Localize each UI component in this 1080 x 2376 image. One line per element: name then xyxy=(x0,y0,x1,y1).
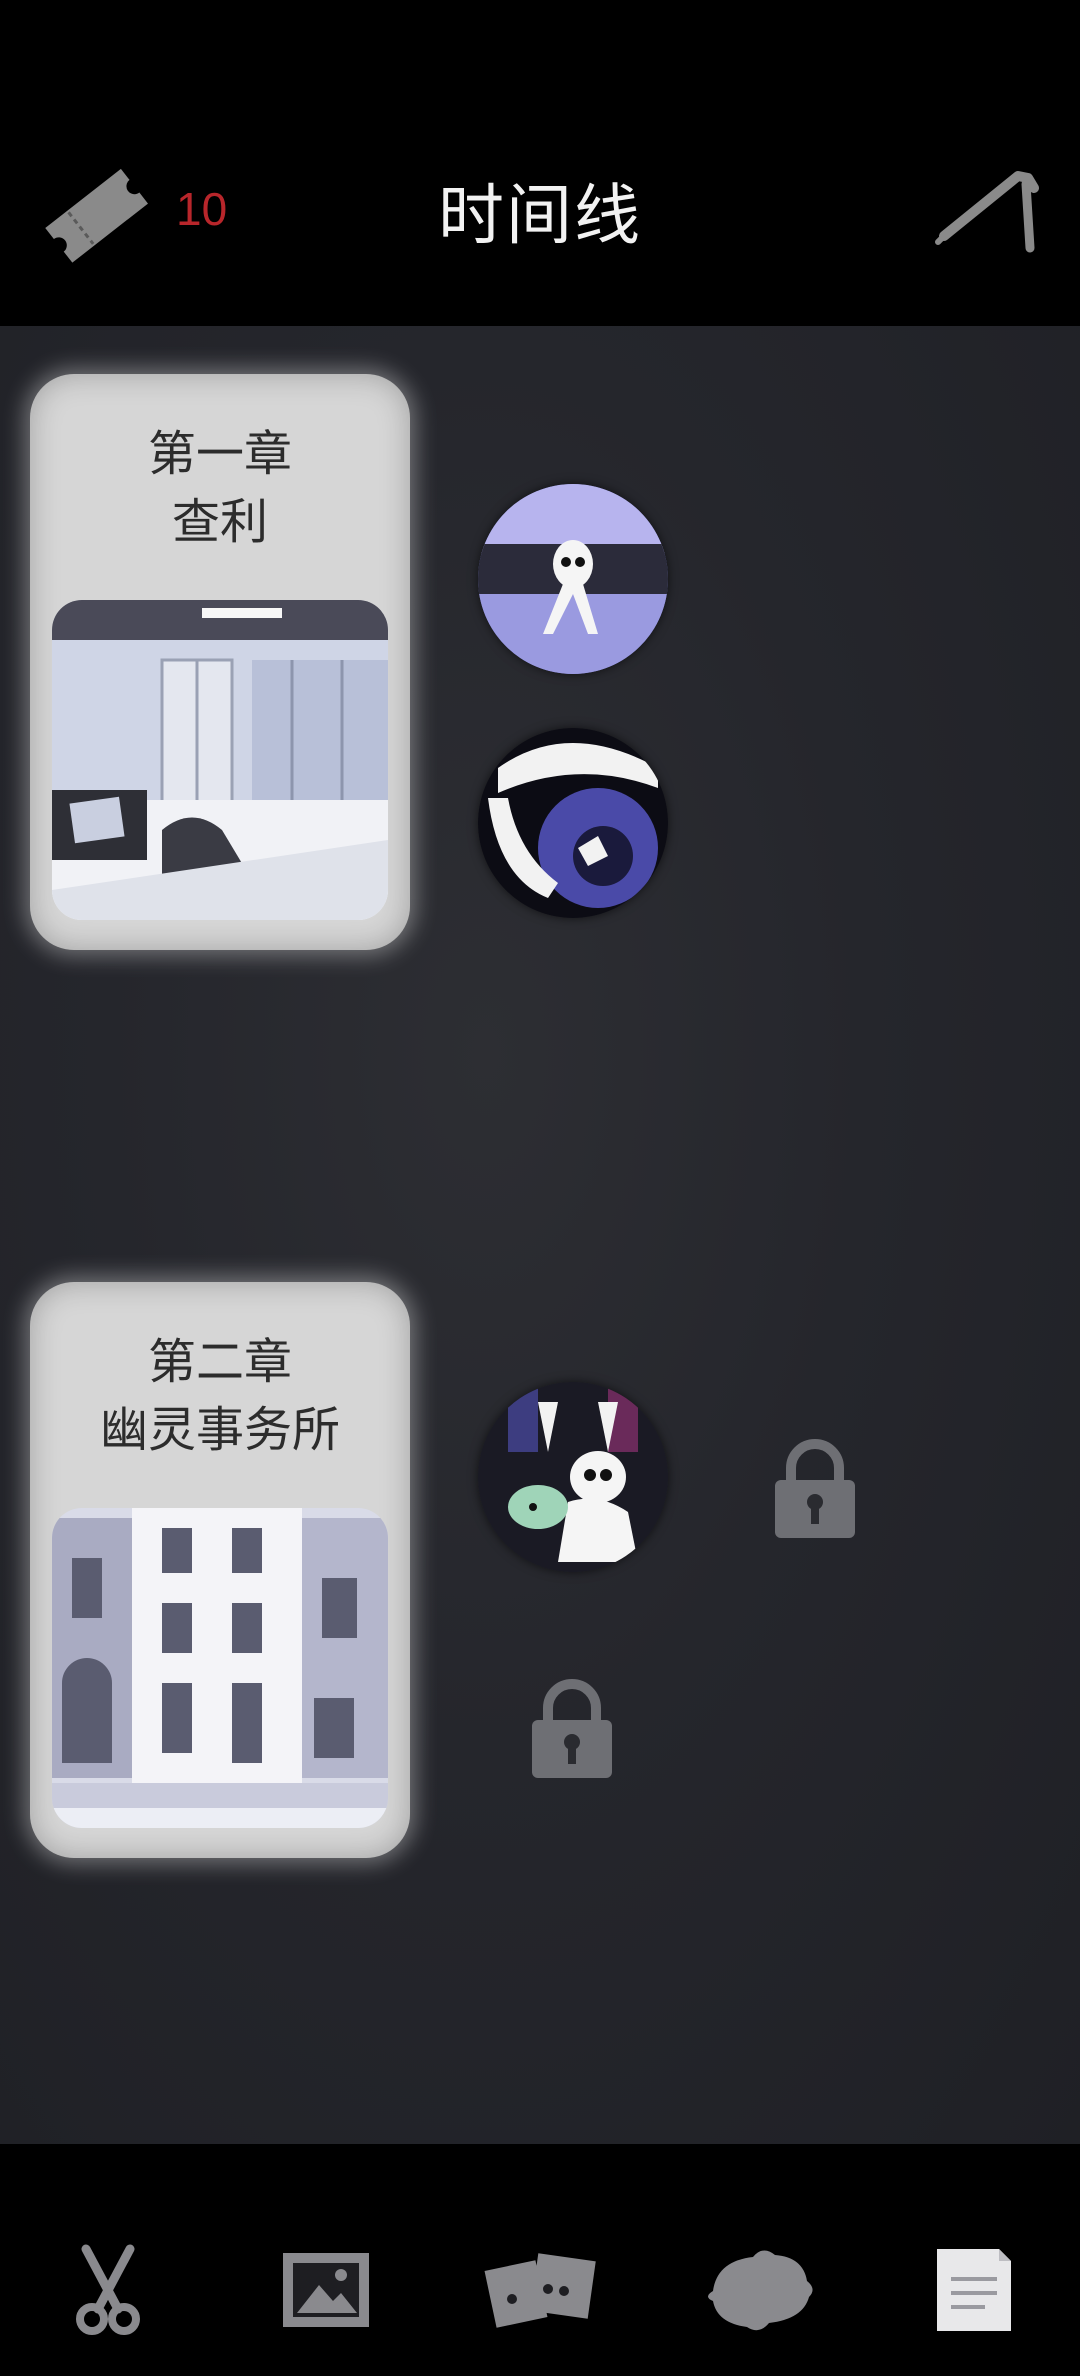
nav-gallery[interactable] xyxy=(260,2234,390,2344)
crowbar-button[interactable] xyxy=(930,156,1050,266)
townhouse-facade-illustration xyxy=(52,1508,388,1828)
locked-scene-2-3[interactable] xyxy=(526,1676,618,1782)
top-bar: 10 时间线 xyxy=(0,0,1080,326)
chapter-card-2[interactable]: 第二章 幽灵事务所 xyxy=(30,1282,410,1858)
scene-1-1[interactable] xyxy=(478,484,668,674)
scene-2-1[interactable] xyxy=(478,1382,668,1572)
creature-icon xyxy=(708,2250,813,2331)
office-interior-illustration xyxy=(52,600,388,920)
chapter-name: 查利 xyxy=(171,494,268,550)
bottom-nav xyxy=(0,2144,1080,2376)
chapter-title: 第二章 幽灵事务所 xyxy=(30,1328,410,1464)
lock-icon xyxy=(532,1679,612,1778)
scissors-icon xyxy=(76,2244,140,2335)
nav-notes[interactable] xyxy=(906,2234,1036,2344)
chapter-card-1[interactable]: 第一章 查利 xyxy=(30,374,410,950)
chapter-number: 第一章 xyxy=(147,426,292,482)
notes-icon xyxy=(937,2249,1011,2331)
timeline-area: 第一章 查利 第二章 幽灵事务所 xyxy=(0,326,1080,2144)
nav-scissors[interactable] xyxy=(43,2234,173,2344)
cards-icon xyxy=(484,2253,596,2328)
page-title: 时间线 xyxy=(438,177,642,254)
nav-creature[interactable] xyxy=(694,2234,824,2344)
chapter-title: 第一章 查利 xyxy=(30,420,410,556)
lock-icon xyxy=(775,1439,855,1538)
scene-1-2[interactable] xyxy=(478,728,668,918)
crowbar-icon xyxy=(935,171,1039,253)
gallery-icon xyxy=(283,2253,369,2327)
nav-cards[interactable] xyxy=(477,2234,607,2344)
chapter-name: 幽灵事务所 xyxy=(99,1402,340,1458)
chapter-number: 第二章 xyxy=(147,1334,292,1390)
locked-scene-2-2[interactable] xyxy=(769,1436,861,1542)
